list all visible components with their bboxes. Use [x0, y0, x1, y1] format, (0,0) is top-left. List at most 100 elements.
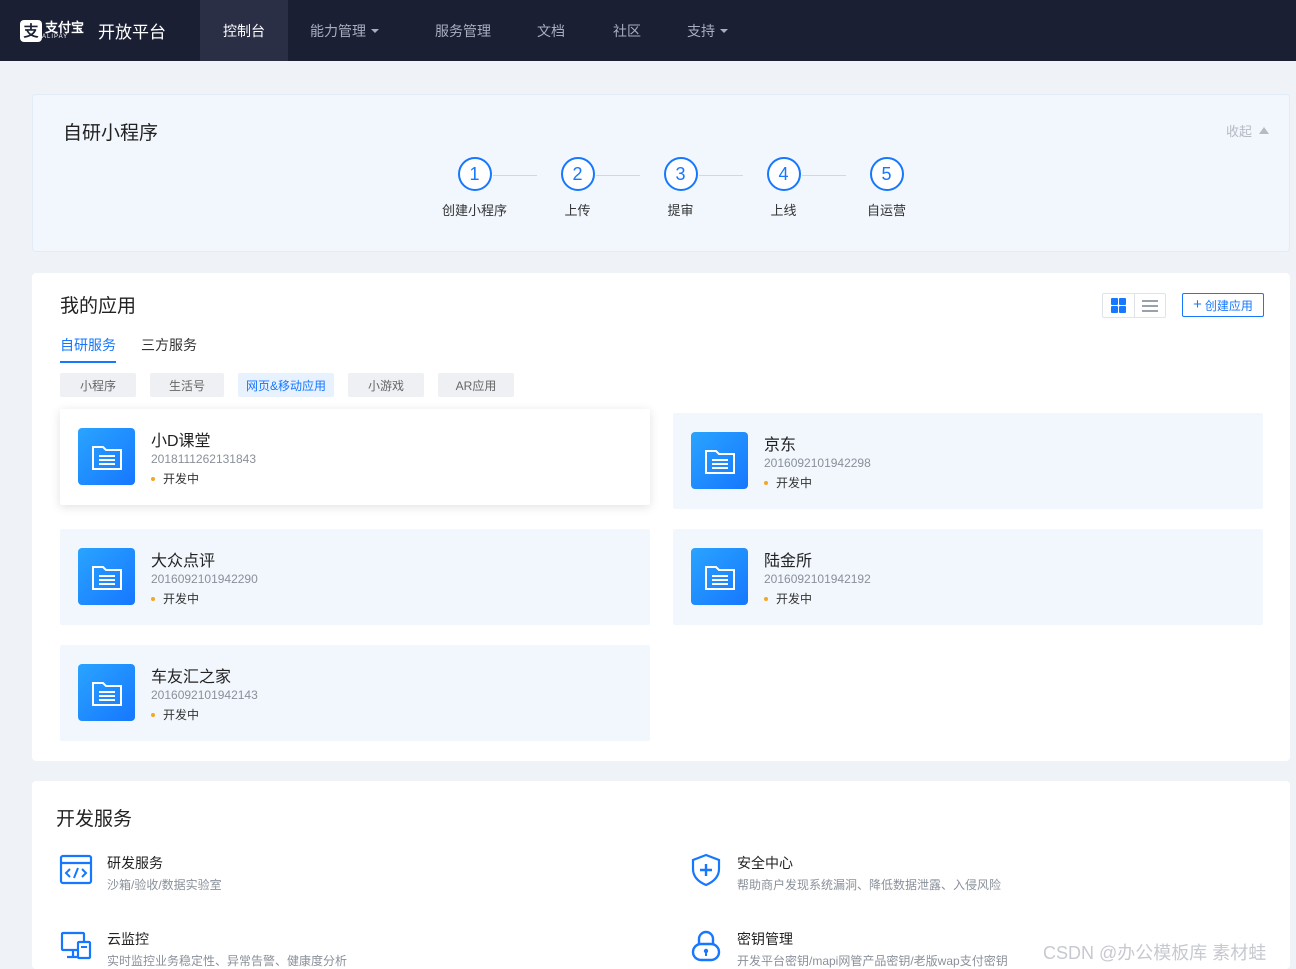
app-card[interactable]: 车友汇之家 2016092101942143 开发中: [60, 645, 650, 741]
list-icon: [1141, 299, 1158, 312]
top-nav: 支 支付宝 ALIPAY 开放平台 控制台 能力管理 服务管理 文档 社区 支持: [0, 0, 1296, 61]
app-folder-icon: [78, 428, 135, 485]
my-apps-title: 我的应用: [60, 296, 137, 317]
service-desc: 实时监控业务稳定性、异常告警、健康度分析: [107, 954, 348, 968]
service-title: 研发服务: [107, 855, 163, 871]
app-status-label: 开发中: [163, 592, 200, 606]
filter-lifestyle[interactable]: 生活号: [150, 373, 224, 397]
app-id: 2018111262131843: [151, 452, 256, 466]
step-label: 上传: [564, 203, 591, 218]
status-dot-icon: [151, 596, 155, 601]
app-name: 陆金所: [764, 553, 813, 570]
app-card[interactable]: 京东 2016092101942298 开发中: [673, 413, 1263, 509]
status-dot-icon: [151, 712, 155, 717]
miniprogram-title: 自研小程序: [63, 123, 159, 144]
dev-services-title: 开发服务: [56, 809, 133, 830]
app-name: 京东: [764, 437, 797, 454]
list-view-button[interactable]: [1133, 294, 1165, 317]
nav-support-label: 支持: [687, 22, 715, 39]
nav-service[interactable]: 服务管理: [401, 0, 513, 61]
service-rd[interactable]: 研发服务 沙箱/验收/数据实验室: [59, 853, 619, 893]
step-number: 1: [457, 157, 492, 191]
alipay-logo-icon: 支: [20, 19, 42, 42]
app-folder-icon: [78, 548, 135, 605]
nav-community[interactable]: 社区: [589, 0, 665, 61]
create-app-button[interactable]: + 创建应用: [1182, 293, 1264, 317]
service-monitor[interactable]: 云监控 实时监控业务稳定性、异常告警、健康度分析: [59, 929, 619, 969]
service-desc: 帮助商户发现系统漏洞、降低数据泄露、入侵风险: [737, 878, 1002, 892]
app-id: 2016092101942298: [764, 456, 871, 470]
caret-down-icon: [371, 28, 379, 33]
app-status-label: 开发中: [163, 708, 200, 722]
step-4: 4 上线: [732, 157, 846, 219]
grid-icon: [1110, 298, 1126, 313]
step-5: 5 自运营: [835, 157, 938, 219]
step-number: 4: [766, 157, 801, 191]
app-card[interactable]: 大众点评 2016092101942290 开发中: [60, 529, 650, 625]
step-3: 3 提审: [629, 157, 743, 219]
nav-community-label: 社区: [613, 22, 641, 39]
filter-ar[interactable]: AR应用: [438, 373, 514, 397]
nav-capability[interactable]: 能力管理: [288, 0, 401, 61]
step-2: 2 上传: [526, 157, 640, 219]
my-apps-card: 我的应用 + 创建应用 自研服务 三方服务 小程序 生活号 网页&移动应用 小游…: [32, 273, 1290, 761]
app-status-label: 开发中: [776, 592, 813, 606]
steps: 1 创建小程序 2 上传 3 提审 4 上线 5 自运营: [423, 157, 938, 219]
nav-console-label: 控制台: [223, 22, 265, 39]
nav-console[interactable]: 控制台: [200, 0, 288, 61]
app-id: 2016092101942143: [151, 688, 258, 702]
step-label: 提审: [667, 203, 694, 218]
app-card[interactable]: 陆金所 2016092101942192 开发中: [673, 529, 1263, 625]
service-desc: 沙箱/验收/数据实验室: [107, 878, 222, 892]
app-card[interactable]: 小D课堂 2018111262131843 开发中: [60, 409, 650, 505]
app-folder-icon: [78, 664, 135, 721]
nav-docs[interactable]: 文档: [513, 0, 589, 61]
service-security[interactable]: 安全中心 帮助商户发现系统漏洞、降低数据泄露、入侵风险: [689, 853, 1249, 893]
nav-support[interactable]: 支持: [665, 0, 750, 61]
step-label: 自运营: [866, 203, 906, 218]
step-number: 3: [663, 157, 698, 191]
app-status-label: 开发中: [776, 476, 813, 490]
miniprogram-card: 自研小程序 收起 1 创建小程序 2 上传 3 提审 4 上线 5 自运营: [32, 94, 1290, 252]
step-label: 上线: [770, 203, 797, 218]
step-1: 1 创建小程序: [423, 157, 537, 219]
alipay-logo: 支 支付宝 ALIPAY: [20, 19, 85, 42]
lock-icon: [691, 930, 721, 962]
collapse-label: 收起: [1225, 124, 1252, 139]
status-dot-icon: [764, 596, 768, 601]
filter-minigame[interactable]: 小游戏: [348, 373, 424, 397]
app-type-filters: 小程序 生活号 网页&移动应用 小游戏 AR应用: [60, 373, 528, 397]
tab-third-party[interactable]: 三方服务: [141, 335, 197, 363]
app-status: 开发中: [764, 590, 812, 607]
app-name: 大众点评: [151, 553, 216, 570]
brand[interactable]: 支 支付宝 ALIPAY 开放平台: [0, 0, 200, 61]
app-id: 2016092101942290: [151, 572, 258, 586]
app-folder-icon: [691, 548, 748, 605]
app-status: 开发中: [151, 470, 199, 487]
nav-capability-label: 能力管理: [310, 22, 366, 39]
app-id: 2016092101942192: [764, 572, 871, 586]
status-dot-icon: [764, 480, 768, 485]
status-dot-icon: [151, 476, 155, 481]
create-app-label: 创建应用: [1204, 298, 1253, 313]
step-number: 5: [869, 157, 904, 191]
collapse-button[interactable]: 收起: [1226, 121, 1269, 140]
code-window-icon: [59, 854, 93, 885]
app-folder-icon: [691, 432, 748, 489]
step-number: 2: [560, 157, 595, 191]
service-title: 密钥管理: [737, 931, 793, 947]
filter-miniprogram[interactable]: 小程序: [60, 373, 136, 397]
app-name: 车友汇之家: [151, 669, 232, 686]
app-status: 开发中: [151, 590, 199, 607]
shield-plus-icon: [691, 853, 721, 887]
tab-self-developed[interactable]: 自研服务: [60, 335, 116, 363]
nav-docs-label: 文档: [537, 22, 565, 39]
view-toggle: [1102, 293, 1166, 318]
app-status: 开发中: [764, 474, 812, 491]
app-tabs: 自研服务 三方服务: [60, 335, 222, 363]
plus-icon: +: [1193, 296, 1202, 313]
filter-web-mobile[interactable]: 网页&移动应用: [238, 373, 334, 397]
logo-text-cn: 支付宝: [45, 20, 85, 35]
grid-view-button[interactable]: [1103, 294, 1134, 317]
service-desc: 开发平台密钥/mapi网管产品密钥/老版wap支付密钥: [737, 954, 1008, 968]
